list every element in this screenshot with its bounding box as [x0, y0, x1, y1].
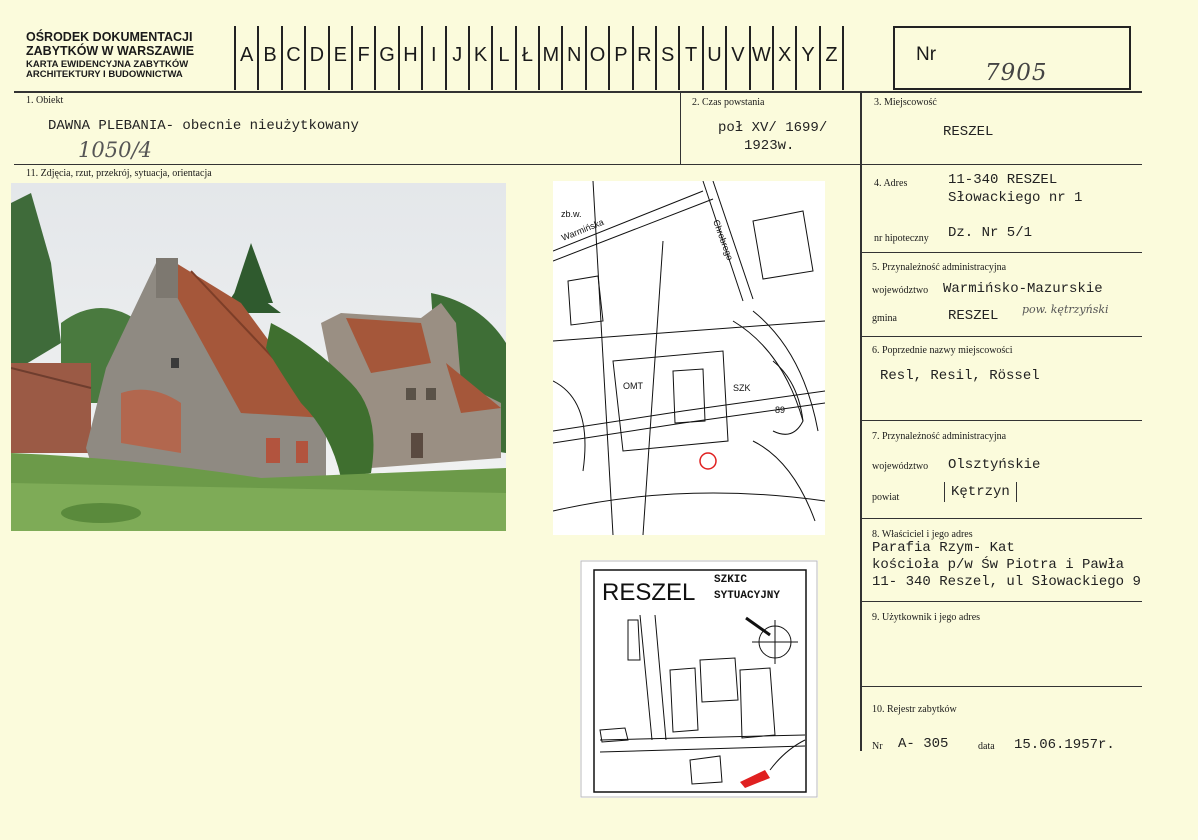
alphabet-letter: B — [259, 26, 283, 90]
alphabet-letter: V — [727, 26, 751, 90]
wlasciciel-line3: 11- 340 Reszel, ul Słowackiego 9 — [872, 574, 1140, 590]
divider — [860, 336, 1142, 337]
alphabet-letter: Y — [797, 26, 821, 90]
rejestr-label: 10. Rejestr zabytków — [872, 704, 957, 715]
card-number-label: Nr — [916, 44, 937, 65]
miejscowosc-label: 3. Miejscowość — [874, 97, 937, 108]
alphabet-letter: W — [751, 26, 774, 90]
alphabet-letter: K — [470, 26, 494, 90]
alphabet-letter: H — [400, 26, 424, 90]
wlasciciel-line2: kościoła p/w Św Piotra i Pawła — [872, 557, 1125, 573]
alphabet-letter: C — [283, 26, 307, 90]
alphabet-letter: P — [610, 26, 634, 90]
wojewodztwo-old-value: Olsztyńskie — [948, 457, 1041, 473]
czas-line1: poł XV/ 1699/ — [718, 120, 828, 136]
divider — [860, 252, 1142, 253]
przynaleznosc-old-label: 7. Przynależność administracyjna — [872, 431, 1007, 442]
divider — [860, 518, 1142, 519]
location-map: zb.w. Warmińska Chrobrego OMT SZK 89 — [553, 181, 825, 535]
zdjecia-label: 11. Zdjęcia, rzut, przekrój, sytuacja, o… — [26, 168, 212, 179]
obiekt-value: DAWNA PLEBANIA- obecnie nieużytkowany — [48, 118, 359, 134]
alphabet-letter: T — [680, 26, 704, 90]
alphabet-letter: S — [657, 26, 681, 90]
adres-label: 4. Adres — [874, 178, 908, 189]
powiat-value: Kętrzyn — [944, 482, 1017, 502]
alphabet-letter: I — [423, 26, 447, 90]
powiat-handwritten: pow. kętrzyński — [1022, 303, 1109, 316]
alphabet-letter: U — [704, 26, 728, 90]
sketch-title-1: SZKIC — [714, 574, 747, 586]
wlasciciel-label: 8. Właściciel i jego adres — [872, 529, 973, 540]
rejestr-data-value: 15.06.1957r. — [1014, 737, 1115, 753]
organization-name: OŚRODEK DOKUMENTACJI ZABYTKÓW W WARSZAWI… — [26, 30, 195, 58]
divider — [860, 164, 1142, 165]
czas-line2: 1923w. — [744, 138, 795, 154]
alphabet-letter: J — [447, 26, 470, 90]
hipoteczny-value: Dz. Nr 5/1 — [948, 225, 1033, 241]
miejscowosc-value: RESZEL — [943, 124, 994, 140]
divider — [860, 91, 862, 751]
adres-line2: Słowackiego nr 1 — [948, 190, 1083, 206]
poprzednie-label: 6. Poprzednie nazwy miejscowości — [872, 345, 1013, 356]
situation-sketch: RESZEL SZKIC SYTUACYJNY — [580, 560, 818, 798]
alphabet-letter: X — [774, 26, 798, 90]
alphabet-letter: G — [376, 26, 400, 90]
card-type: KARTA EWIDENCYJNA ZABYTKÓW ARCHITEKTURY … — [26, 59, 189, 80]
alphabet-letter: Z — [821, 26, 845, 90]
alphabet-letter: D — [306, 26, 330, 90]
divider — [14, 91, 1142, 93]
map-label-89: 89 — [775, 405, 785, 415]
map-label-zbw: zb.w. — [561, 209, 582, 219]
hipoteczny-label: nr hipoteczny — [874, 233, 929, 244]
wojewodztwo-label: województwo — [872, 285, 929, 296]
poprzednie-value: Resl, Resil, Rössel — [880, 368, 1040, 384]
alphabet-letter: O — [587, 26, 611, 90]
divider — [14, 164, 861, 165]
obiekt-label: 1. Obiekt — [26, 95, 64, 106]
alphabet-letter: F — [353, 26, 377, 90]
building-photo — [11, 183, 506, 531]
divider — [680, 91, 681, 165]
sketch-title-2: SYTUACYJNY — [714, 590, 780, 602]
divider — [860, 601, 1142, 602]
rejestr-nr-value: A- 305 — [898, 736, 949, 752]
card-number-value: 7905 — [985, 60, 1048, 86]
wlasciciel-line1: Parafia Rzym- Kat — [872, 540, 1015, 556]
sketch-city: RESZEL — [602, 579, 695, 606]
divider — [860, 420, 1142, 421]
wojewodztwo-value: Warmińsko-Mazurskie — [943, 281, 1103, 297]
alphabet-letter: A — [236, 26, 260, 90]
alphabet-letter: M — [540, 26, 564, 90]
obiekt-handwritten: 1050/4 — [78, 138, 152, 162]
alphabet-index: ABCDEFGHIJKLŁMNOPRSTUVWXYZ — [234, 26, 845, 90]
alphabet-letter: E — [330, 26, 353, 90]
map-label-omt: OMT — [623, 381, 643, 391]
alphabet-letter: Ł — [517, 26, 541, 90]
uzytkownik-label: 9. Użytkownik i jego adres — [872, 612, 981, 623]
przynaleznosc-label: 5. Przynależność administracyjna — [872, 262, 1007, 273]
alphabet-letter: R — [634, 26, 658, 90]
wojewodztwo-old-label: województwo — [872, 461, 929, 472]
rejestr-nr-label: Nr — [872, 741, 883, 752]
adres-line1: 11-340 RESZEL — [948, 172, 1058, 188]
czas-label: 2. Czas powstania — [692, 97, 765, 108]
gmina-label: gmina — [872, 313, 897, 324]
alphabet-letter: L — [493, 26, 517, 90]
divider — [860, 686, 1142, 687]
powiat-label: powiat — [872, 492, 900, 503]
alphabet-letter: N — [563, 26, 587, 90]
rejestr-data-label: data — [978, 741, 995, 752]
gmina-value: RESZEL — [948, 308, 999, 324]
map-label-szk: SZK — [733, 383, 751, 393]
